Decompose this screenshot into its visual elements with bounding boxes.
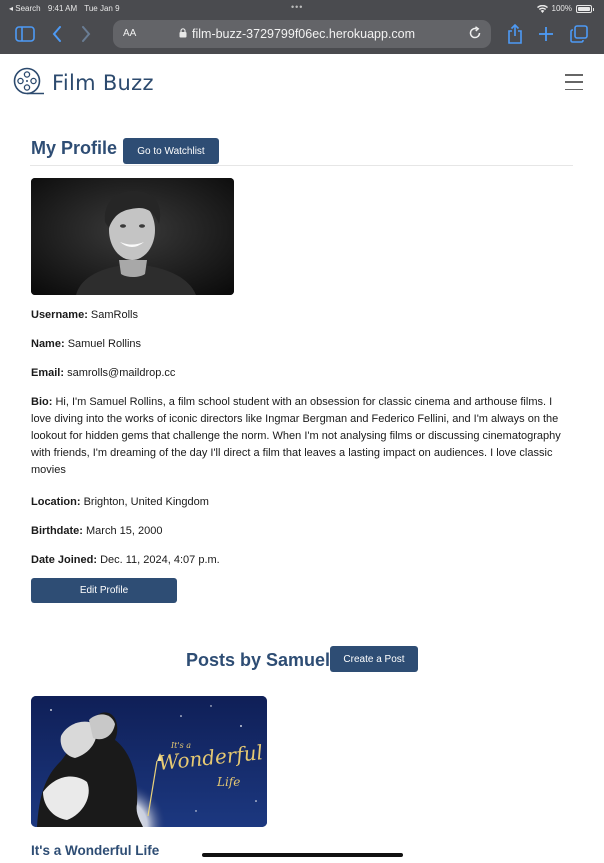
location-label: Location: (31, 496, 81, 508)
share-icon[interactable] (505, 24, 525, 44)
back-to-search-link[interactable]: ◂ Search (9, 4, 41, 13)
reload-icon[interactable] (468, 26, 482, 40)
post-title-link[interactable]: It's a Wonderful Life (31, 843, 159, 858)
name-label: Name: (31, 338, 65, 350)
bio-value: Hi, I'm Samuel Rollins, a film school st… (31, 396, 561, 476)
site-navbar: Film Buzz (0, 54, 604, 112)
posts-section-title: Posts by Samuel (186, 650, 331, 670)
wifi-icon (536, 4, 548, 13)
status-date: Tue Jan 9 (84, 4, 120, 13)
film-reel-logo-icon[interactable] (12, 67, 46, 97)
email-row: Email: samrolls@maildrop.cc (31, 365, 175, 382)
email-value: samrolls@maildrop.cc (67, 367, 176, 379)
lock-icon (179, 28, 187, 38)
location-value: Brighton, United Kingdom (83, 496, 209, 508)
birthdate-value: March 15, 2000 (86, 525, 163, 537)
forward-arrow-icon[interactable] (76, 24, 96, 44)
username-row: Username: SamRolls (31, 307, 138, 324)
url-text: film-buzz-3729799f06ec.herokuapp.com (192, 27, 416, 41)
text-size-button[interactable]: AA (123, 28, 136, 39)
page-title: My Profile (31, 138, 118, 158)
name-row: Name: Samuel Rollins (31, 336, 141, 353)
brand-name[interactable]: Film Buzz (52, 71, 154, 95)
new-tab-plus-icon[interactable] (536, 24, 556, 44)
username-value: SamRolls (90, 309, 138, 321)
address-bar[interactable]: AA film-buzz-3729799f06ec.herokuapp.com (113, 20, 491, 48)
status-time: 9:41 AM (47, 4, 78, 13)
name-value: Samuel Rollins (67, 338, 142, 350)
date-joined-row: Date Joined: Dec. 11, 2024, 4:07 p.m. (31, 552, 220, 569)
bio-row: Bio: Hi, I'm Samuel Rollins, a film scho… (31, 394, 573, 479)
date-joined-value: Dec. 11, 2024, 4:07 p.m. (100, 554, 220, 566)
home-indicator[interactable] (202, 853, 403, 857)
go-to-watchlist-button[interactable]: Go to Watchlist (123, 138, 219, 164)
bio-label: Bio: (31, 396, 53, 408)
birthdate-row: Birthdate: March 15, 2000 (31, 523, 162, 540)
battery-percent: 100% (551, 4, 572, 13)
birthdate-label: Birthdate: (31, 525, 83, 537)
sidebar-toggle-icon[interactable] (15, 24, 35, 44)
edit-profile-button[interactable]: Edit Profile (31, 578, 177, 603)
username-label: Username: (31, 309, 88, 321)
status-bar: ◂ Search 9:41 AM Tue Jan 9 ••• 100% (0, 2, 604, 17)
section-divider (30, 165, 573, 166)
post-poster-image[interactable]: It's a Wonderful Life (31, 696, 267, 827)
date-joined-label: Date Joined: (31, 554, 98, 566)
location-row: Location: Brighton, United Kingdom (31, 494, 209, 511)
back-arrow-icon[interactable] (47, 24, 67, 44)
tabs-overview-icon[interactable] (569, 24, 589, 44)
battery-icon (576, 4, 594, 13)
profile-photo (31, 178, 234, 295)
hamburger-menu-icon[interactable] (565, 74, 583, 90)
create-post-button[interactable]: Create a Post (330, 646, 418, 672)
poster-text-life: Life (216, 775, 240, 789)
email-label: Email: (31, 367, 65, 379)
browser-chrome: ◂ Search 9:41 AM Tue Jan 9 ••• 100% AA f… (0, 0, 604, 54)
multitasking-dots-icon[interactable]: ••• (291, 2, 303, 12)
